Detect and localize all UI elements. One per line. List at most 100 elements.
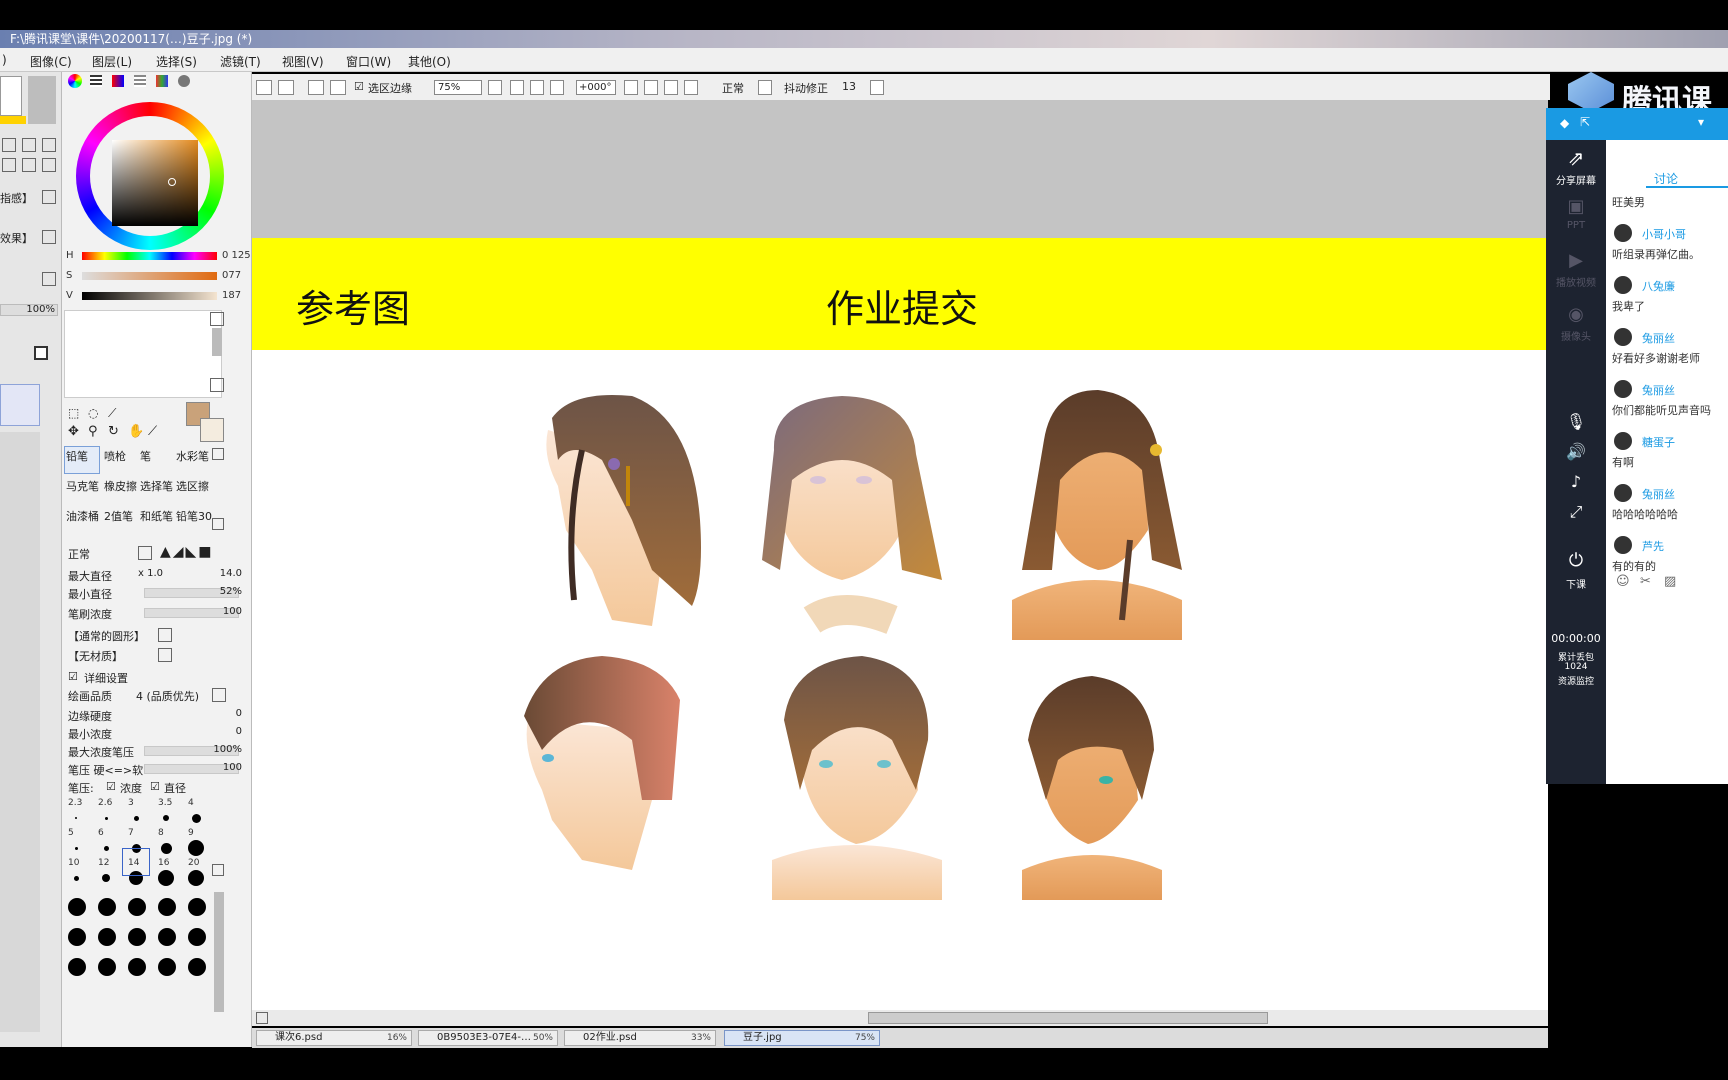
- brush-size-dot[interactable]: [98, 898, 116, 916]
- video-icon[interactable]: ▶: [1546, 250, 1606, 271]
- brush-shape-dropdown[interactable]: [158, 628, 172, 642]
- layer-option-1-button[interactable]: [42, 190, 56, 204]
- edge-value[interactable]: 0: [202, 708, 242, 719]
- menu-item-image[interactable]: 图像(C): [30, 53, 72, 70]
- share-screen-icon[interactable]: ⇗: [1546, 146, 1606, 170]
- blend-mode-value[interactable]: 正常: [722, 80, 744, 96]
- layer-opacity-bar[interactable]: 100%: [0, 304, 58, 316]
- brush-size-dot[interactable]: [191, 813, 201, 823]
- brush-size-dot[interactable]: [68, 928, 86, 946]
- chat-sender-name[interactable]: 兔丽丝: [1642, 382, 1675, 398]
- menu-item-other[interactable]: 其他(O): [408, 53, 451, 70]
- tool-grid-scroll-up[interactable]: [212, 448, 224, 460]
- hscroll-thumb[interactable]: [868, 1012, 1268, 1024]
- chat-avatar[interactable]: [1614, 536, 1632, 554]
- chat-sender-name[interactable]: 兔丽丝: [1642, 486, 1675, 502]
- tool-eraser[interactable]: 橡皮擦: [104, 478, 137, 494]
- chat-sender-name[interactable]: 芦先: [1642, 538, 1664, 554]
- scroll-left-button[interactable]: [256, 1012, 268, 1024]
- diamond-icon[interactable]: ◆: [1560, 116, 1569, 130]
- rotate-reset-button[interactable]: [664, 80, 678, 95]
- ppt-label[interactable]: PPT: [1546, 220, 1606, 231]
- swatches-tab-icon[interactable]: [156, 75, 168, 87]
- magic-wand-icon[interactable]: ⟋: [108, 406, 116, 421]
- scratch-scroll-down[interactable]: [210, 378, 224, 392]
- brush-size-dot[interactable]: [158, 870, 174, 886]
- blend-mode-dropdown-button[interactable]: [758, 80, 772, 95]
- brush-size-dot[interactable]: [98, 928, 116, 946]
- zoom-in-button[interactable]: [510, 80, 524, 95]
- zoom-out-button[interactable]: [530, 80, 544, 95]
- microphone-icon[interactable]: 🎙: [1546, 412, 1606, 431]
- menu-item-view[interactable]: 视图(V): [282, 53, 324, 70]
- chat-avatar[interactable]: [1614, 432, 1632, 450]
- chat-avatar[interactable]: [1614, 224, 1632, 242]
- brush-size-dot[interactable]: [158, 958, 176, 976]
- chat-sender-name[interactable]: 小哥小哥: [1642, 226, 1686, 242]
- tool-pencil[interactable]: 铅笔: [66, 448, 88, 464]
- file-tab-1[interactable]: 课次6.psd 16%: [256, 1030, 412, 1046]
- tool-select-eraser[interactable]: 选区擦: [176, 478, 209, 494]
- canvas[interactable]: 参考图 作业提交: [252, 100, 1548, 1010]
- secondary-color-swatch[interactable]: [200, 418, 224, 442]
- share-screen-label[interactable]: 分享屏幕: [1546, 172, 1606, 187]
- layer-option-2[interactable]: 效果】: [0, 230, 33, 246]
- size-grid-scrollbar[interactable]: [214, 892, 224, 1012]
- stabilizer-value[interactable]: 13: [842, 80, 856, 93]
- tool-bucket[interactable]: 油漆桶: [66, 508, 99, 524]
- canvas-hscrollbar[interactable]: [252, 1010, 1548, 1026]
- brush-shape-icons[interactable]: ▲◢◣■: [160, 544, 214, 560]
- brush-size-dot[interactable]: [128, 898, 146, 916]
- brush-mode-dropdown[interactable]: [138, 546, 152, 560]
- brush-size-dot[interactable]: [74, 846, 78, 850]
- selection-edge-checkbox[interactable]: ☑: [354, 80, 364, 93]
- camera-icon[interactable]: ◉: [1546, 304, 1606, 325]
- popout-icon[interactable]: ⇱: [1580, 115, 1590, 129]
- speaker-icon[interactable]: 🔊: [1546, 442, 1606, 461]
- crop-button[interactable]: [278, 80, 294, 95]
- layer-button-1[interactable]: [2, 138, 16, 152]
- file-tab-3[interactable]: 02作业.psd 33%: [564, 1030, 716, 1046]
- texture-label[interactable]: 【无材质】: [68, 648, 123, 664]
- end-class-label[interactable]: 下课: [1546, 576, 1606, 591]
- scratch-scrollbar[interactable]: [212, 328, 222, 356]
- layer-option-1[interactable]: 指感】: [0, 190, 33, 206]
- tool-marker[interactable]: 马克笔: [66, 478, 99, 494]
- camera-label[interactable]: 摄像头: [1546, 328, 1606, 343]
- scratch-scroll-up[interactable]: [210, 312, 224, 326]
- scissors-icon[interactable]: ✂: [1640, 574, 1651, 589]
- pressure-density-checkbox[interactable]: ☑: [106, 780, 116, 793]
- scratch-area[interactable]: [64, 310, 222, 398]
- tool-watercolor[interactable]: 水彩笔: [176, 448, 209, 464]
- brush-size-dot[interactable]: [188, 898, 206, 916]
- rotation-field[interactable]: +000°: [576, 80, 616, 95]
- trim-button[interactable]: [308, 80, 324, 95]
- tool-washi-pen[interactable]: 和纸笔: [140, 508, 173, 524]
- layer-button-3[interactable]: [42, 138, 56, 152]
- brush-size-dot[interactable]: [188, 958, 206, 976]
- color-picker-marker[interactable]: [168, 178, 176, 186]
- layer-option-3-button[interactable]: [42, 272, 56, 286]
- brush-size-dot[interactable]: [128, 958, 146, 976]
- pressure-diameter-checkbox[interactable]: ☑: [150, 780, 160, 793]
- value-slider[interactable]: [82, 292, 217, 300]
- min-density-value[interactable]: 0: [202, 726, 242, 737]
- end-class-icon[interactable]: ⏻: [1546, 550, 1606, 571]
- brush-size-dot[interactable]: [98, 958, 116, 976]
- tool-binary-pen[interactable]: 2值笔: [104, 508, 133, 524]
- hand-tool-icon[interactable]: ✋: [128, 424, 144, 439]
- brush-size-dot[interactable]: [133, 815, 139, 821]
- emoji-icon[interactable]: ☺: [1616, 574, 1630, 589]
- brush-shape-label[interactable]: 【通常的圆形】: [68, 628, 145, 644]
- max-diameter-multiplier[interactable]: x 1.0: [138, 568, 163, 579]
- saturation-slider[interactable]: [82, 272, 217, 280]
- tool-brush[interactable]: 笔: [140, 448, 151, 464]
- file-tab-4-active[interactable]: 豆子.jpg 75%: [724, 1030, 880, 1046]
- rotate-right-button[interactable]: [644, 80, 658, 95]
- brush-size-dot[interactable]: [160, 842, 172, 854]
- brush-size-dot[interactable]: [158, 898, 176, 916]
- chevron-down-icon[interactable]: ▾: [1698, 115, 1704, 129]
- brush-size-dot[interactable]: [68, 958, 86, 976]
- menu-item-lead[interactable]: ): [2, 53, 7, 67]
- image-icon[interactable]: ▨: [1664, 574, 1676, 589]
